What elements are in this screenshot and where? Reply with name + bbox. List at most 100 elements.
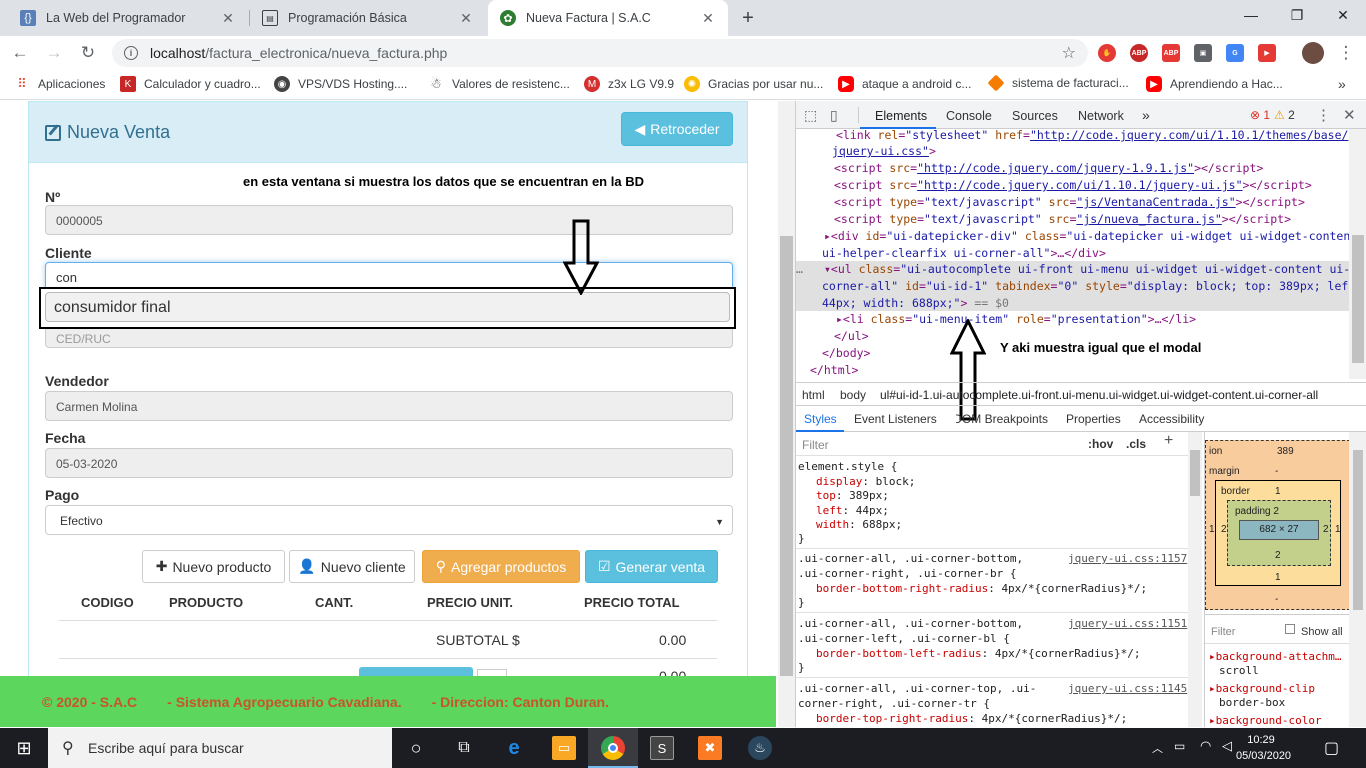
computed-prop-name[interactable]: ▸background-attachm… <box>1209 650 1341 663</box>
avatar[interactable] <box>1302 42 1324 64</box>
dom-node[interactable]: <link rel="stylesheet" href="http://code… <box>836 129 1348 144</box>
cortana-icon[interactable]: ○ <box>404 736 428 760</box>
dom-node[interactable]: </html> <box>810 362 858 379</box>
styles-filter-input[interactable]: Filter <box>802 438 829 453</box>
bookmark-item[interactable]: M z3x LG V9.9 <box>584 76 674 92</box>
close-window-icon[interactable]: ✕ <box>1320 0 1366 30</box>
style-prop-width[interactable]: width: 688px; <box>816 518 902 533</box>
number-field[interactable]: 0000005 <box>45 205 733 235</box>
computed-scrollbar[interactable] <box>1349 432 1366 727</box>
dom-node[interactable]: </body> <box>822 345 870 362</box>
style-prop[interactable]: border-top-right-radius: 4px/*{cornerRad… <box>816 712 1127 727</box>
translate-icon[interactable]: G <box>1226 44 1244 62</box>
rule-source-link[interactable]: jquery-ui.css:1157 <box>1068 552 1187 567</box>
style-prop-display[interactable]: display: block; <box>816 475 915 490</box>
tab-more[interactable]: » <box>1142 107 1150 123</box>
dom-node[interactable]: <script src="http://code.jquery.com/jque… <box>834 160 1263 177</box>
close-devtools-icon[interactable]: ✕ <box>1343 106 1356 124</box>
bookmark-item[interactable]: ▶ Aprendiendo a Hac... <box>1146 76 1283 92</box>
computed-filter-input[interactable]: Filter <box>1211 626 1235 638</box>
new-tab-button[interactable]: + <box>736 6 760 30</box>
dom-node[interactable]: <script src="http://code.jquery.com/ui/1… <box>834 177 1312 194</box>
bookmarks-more-button[interactable]: » <box>1338 76 1346 92</box>
bookmark-star-icon[interactable]: ☆ <box>1062 43 1076 63</box>
adblock-plus-icon[interactable]: ABP <box>1162 44 1180 62</box>
dom-node[interactable]: <script type="text/javascript" src="js/V… <box>834 194 1305 211</box>
device-toolbar-icon[interactable]: ▯ <box>830 107 838 124</box>
dom-node[interactable]: jquery-ui.css"> <box>832 143 936 160</box>
tab-styles[interactable]: Styles <box>804 412 837 426</box>
element-style-selector[interactable]: element.style { <box>798 460 897 475</box>
error-count[interactable]: ⊗ 1 <box>1250 108 1270 122</box>
minimize-icon[interactable]: — <box>1228 0 1274 30</box>
bookmark-apps[interactable]: ⠿ Aplicaciones <box>14 76 105 92</box>
close-tab-icon[interactable]: ✕ <box>458 10 474 26</box>
reload-icon[interactable]: ↻ <box>76 41 100 65</box>
add-rule-icon[interactable]: + <box>1164 433 1173 449</box>
style-rule-selector[interactable]: .ui-corner-all, .ui-corner-bottom, jquery… <box>798 617 1188 632</box>
task-view-icon[interactable]: ⧉ <box>452 736 476 760</box>
cls-toggle[interactable]: .cls <box>1126 437 1146 452</box>
new-product-button[interactable]: ✚ Nuevo producto <box>142 550 285 583</box>
rule-source-link[interactable]: jquery-ui.css:1151 <box>1068 617 1187 632</box>
seller-field[interactable]: Carmen Molina <box>45 391 733 421</box>
style-prop[interactable]: border-bottom-right-radius: 4px/*{corner… <box>816 582 1147 597</box>
tab-network[interactable]: Network <box>1078 109 1124 123</box>
sublime-icon[interactable]: S <box>650 736 674 760</box>
elements-tree[interactable]: <link rel="stylesheet" href="http://code… <box>796 129 1366 379</box>
new-client-button[interactable]: 👤 Nuevo cliente <box>289 550 415 583</box>
style-rule-selector[interactable]: .ui-corner-all, .ui-corner-top, .ui-jque… <box>798 682 1188 697</box>
close-tab-icon[interactable]: ✕ <box>700 10 716 26</box>
notifications-icon[interactable]: ▢ <box>1324 738 1339 758</box>
adblock-icon[interactable]: ABP <box>1130 44 1148 62</box>
volume-icon[interactable]: ◁ <box>1222 738 1232 754</box>
bookmark-item[interactable]: K Calculador y cuadro... <box>120 76 261 92</box>
chrome-taskbar-button[interactable] <box>588 728 638 768</box>
tab-sources[interactable]: Sources <box>1012 109 1058 123</box>
hov-toggle[interactable]: :hov <box>1088 437 1113 452</box>
dom-node[interactable]: ui-helper-clearfix ui-corner-all">…</div… <box>822 245 1106 262</box>
style-rule-selector[interactable]: .ui-corner-all, .ui-corner-bottom, jquery… <box>798 552 1188 567</box>
bookmark-item[interactable]: ◉ VPS/VDS Hosting.... <box>274 76 407 92</box>
browser-tab-3-active[interactable]: ✿ Nueva Factura | S.A.C ✕ <box>488 0 728 36</box>
browser-tab-2[interactable]: ▤ Programación Básica ✕ <box>250 0 486 36</box>
back-button[interactable]: ◀ Retroceder <box>621 112 733 146</box>
style-prop-top[interactable]: top: 389px; <box>816 489 889 504</box>
browser-tab-1[interactable]: {} La Web del Programador ✕ <box>8 0 248 36</box>
generate-sale-button[interactable]: ☑ Generar venta <box>585 550 718 583</box>
dom-node-li[interactable]: ▸<li class="ui-menu-item" role="presenta… <box>836 311 1196 328</box>
tab-console[interactable]: Console <box>946 109 992 123</box>
warning-count[interactable]: ⚠ 2 <box>1274 108 1295 122</box>
page-scrollbar[interactable] <box>778 101 795 727</box>
styles-scrollbar[interactable] <box>1188 432 1202 727</box>
dom-node[interactable]: <script type="text/javascript" src="js/n… <box>834 211 1291 228</box>
style-prop-left[interactable]: left: 44px; <box>816 504 889 519</box>
crumb-html[interactable]: html <box>802 388 825 402</box>
tab-event-listeners[interactable]: Event Listeners <box>854 412 937 426</box>
computed-prop-name[interactable]: ▸background-color <box>1209 714 1322 726</box>
tab-accessibility[interactable]: Accessibility <box>1139 412 1204 426</box>
node-menu-dots[interactable]: … <box>796 261 803 278</box>
extension-stop-icon[interactable]: ✋ <box>1098 44 1116 62</box>
tab-dom-breakpoints[interactable]: DOM Breakpoints <box>956 412 1048 426</box>
show-hidden-icons-icon[interactable]: ︿ <box>1152 740 1163 756</box>
tab-properties[interactable]: Properties <box>1066 412 1121 426</box>
bookmark-item[interactable]: ▶ ataque a android c... <box>838 76 971 92</box>
computed-prop-name[interactable]: ▸background-clip <box>1209 682 1315 695</box>
add-products-button[interactable]: ⚲ Agregar productos <box>422 550 580 583</box>
elements-scrollbar[interactable] <box>1349 129 1366 379</box>
scrollbar-thumb[interactable] <box>780 236 793 676</box>
bookmark-item[interactable]: ☃ Valores de resistenc... <box>428 76 570 92</box>
tab-elements[interactable]: Elements <box>875 109 927 123</box>
inspect-element-icon[interactable]: ⬚ <box>804 107 817 124</box>
crumb-body[interactable]: body <box>840 388 866 402</box>
address-bar[interactable]: i localhost/factura_electronica/nueva_fa… <box>112 39 1088 67</box>
crumb-ul[interactable]: ul#ui-id-1.ui-autocomplete.ui-front.ui-m… <box>880 388 1318 402</box>
dom-node[interactable]: ▸<div id="ui-datepicker-div" class="ui-d… <box>824 228 1357 245</box>
back-arrow-icon[interactable]: ← <box>8 41 32 65</box>
style-prop[interactable]: border-bottom-left-radius: 4px/*{cornerR… <box>816 647 1141 662</box>
forward-arrow-icon[interactable]: → <box>42 41 66 65</box>
taskbar-search-input[interactable]: ⚲ Escribe aquí para buscar <box>48 728 392 768</box>
style-rule-selector[interactable]: .ui-corner-left, .ui-corner-bl { <box>798 632 1010 647</box>
wifi-icon[interactable]: ◠ <box>1200 738 1211 754</box>
